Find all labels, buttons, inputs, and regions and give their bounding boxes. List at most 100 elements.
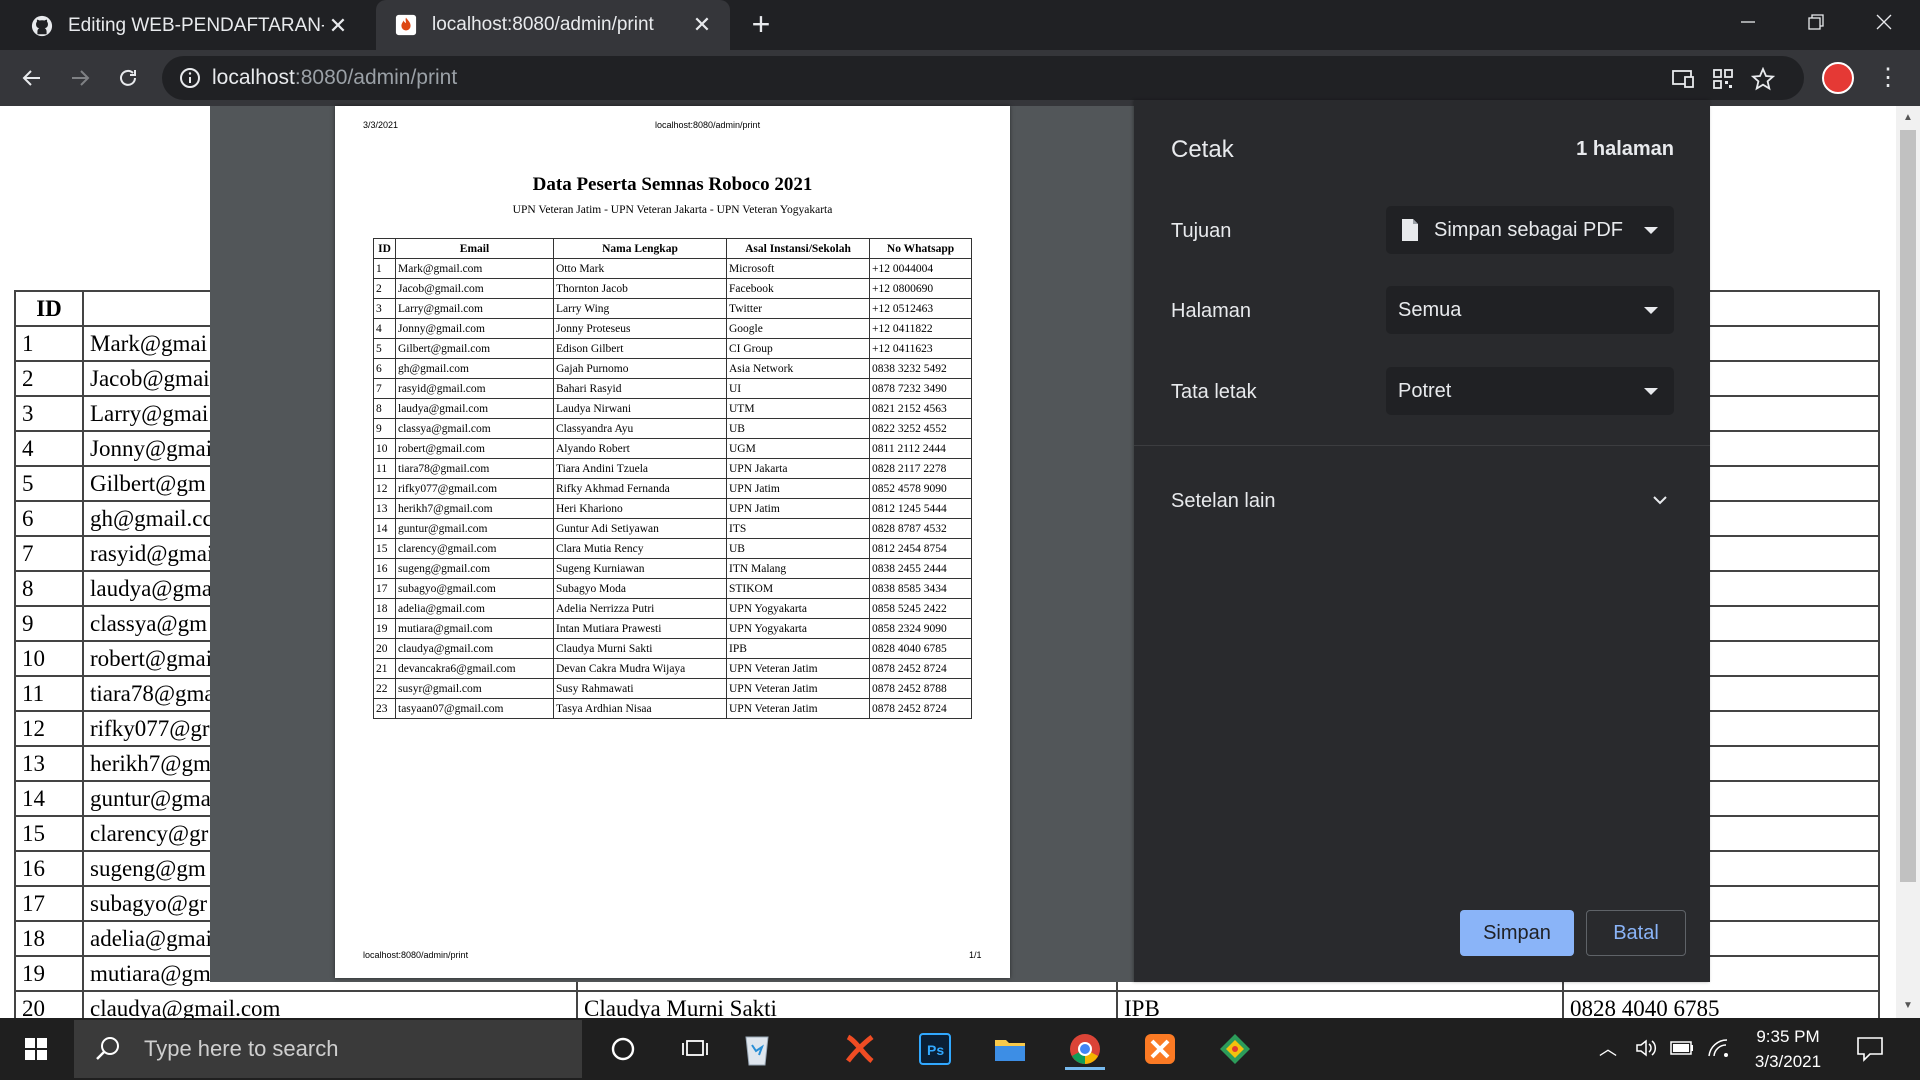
git-client-icon[interactable] <box>1213 1028 1257 1070</box>
notification-icon[interactable] <box>1856 1036 1884 1062</box>
xampp-x-icon[interactable] <box>838 1028 882 1070</box>
address-bar[interactable]: localhost:8080/admin/print <box>162 56 1804 100</box>
cell-whatsapp: 0838 2455 2444 <box>869 558 972 579</box>
preview-table-row: 7 rasyid@gmail.com Bahari Rasyid UI 0878 723… <box>373 378 972 399</box>
cell-whatsapp: 0828 2117 2278 <box>869 458 972 479</box>
cell-id: 2 <box>14 360 84 397</box>
cell-institution: ITS <box>726 518 870 539</box>
tab-title: Editing WEB-PENDAFTARAN-COD <box>68 15 324 36</box>
cell-whatsapp: +12 0512463 <box>869 298 972 319</box>
tab-admin-print[interactable]: localhost:8080/admin/print ✕ <box>376 0 730 50</box>
profile-avatar[interactable] <box>1822 62 1854 94</box>
cell-email: tiara78@gmail.com <box>395 458 554 479</box>
column-header: ID <box>373 238 396 259</box>
column-header: Email <box>395 238 554 259</box>
cell-id: 22 <box>373 678 396 699</box>
cell-whatsapp: +12 0411822 <box>869 318 972 339</box>
minimize-button[interactable] <box>1714 0 1782 44</box>
task-view-icon[interactable] <box>673 1028 717 1070</box>
destination-value: Simpan sebagai PDF <box>1434 218 1623 241</box>
preview-table-row: 8 laudya@gmail.com Laudya Nirwani UTM 0821 2… <box>373 398 972 419</box>
column-header: No Whatsapp <box>869 238 972 259</box>
restore-button[interactable] <box>1782 0 1850 44</box>
column-header: ID <box>14 290 84 327</box>
save-button[interactable]: Simpan <box>1460 910 1574 956</box>
cell-name: Laudya Nirwani <box>553 398 727 419</box>
close-icon[interactable]: ✕ <box>324 12 352 40</box>
cell-email: devancakra6@gmail.com <box>395 658 554 679</box>
cell-name: Gajah Purnomo <box>553 358 727 379</box>
preview-table-row: 3 Larry@gmail.com Larry Wing Twitter +12 051… <box>373 298 972 319</box>
new-tab-button[interactable]: + <box>744 8 778 42</box>
cell-email: adelia@gmail.com <box>395 598 554 619</box>
battery-icon[interactable] <box>1670 1036 1694 1060</box>
cell-email: guntur@gmail.com <box>395 518 554 539</box>
reload-button[interactable] <box>110 60 146 96</box>
recycle-bin-icon[interactable] <box>735 1028 779 1070</box>
taskbar-search[interactable]: Type here to search <box>74 1020 582 1078</box>
pages-select[interactable]: Semua <box>1386 286 1674 334</box>
chevron-up-icon[interactable]: ︿ <box>1596 1036 1620 1060</box>
cell-name: Alyando Robert <box>553 438 727 459</box>
cell-id: 5 <box>14 465 84 502</box>
xampp-control-icon[interactable] <box>1138 1028 1182 1070</box>
cortana-icon[interactable] <box>601 1028 645 1070</box>
page-scrollbar[interactable]: ▲ ▼ <box>1896 106 1920 1018</box>
layout-select[interactable]: Potret <box>1386 367 1674 415</box>
system-clock[interactable]: 9:35 PM 3/3/2021 <box>1736 1024 1840 1074</box>
forward-button[interactable] <box>62 60 98 96</box>
preview-table-row: 11 tiara78@gmail.com Tiara Andini Tzuela UP… <box>373 458 972 479</box>
cell-institution: Microsoft <box>726 258 870 279</box>
tab-github-editor[interactable]: Editing WEB-PENDAFTARAN-COD ✕ <box>12 2 366 50</box>
cell-id: 16 <box>373 558 396 579</box>
star-bookmark-icon[interactable] <box>1750 66 1776 92</box>
cell-name: Bahari Rasyid <box>553 378 727 399</box>
cell-institution: UTM <box>726 398 870 419</box>
close-icon[interactable]: ✕ <box>688 11 716 39</box>
cell-email: sugeng@gmail.com <box>395 558 554 579</box>
cell-whatsapp: 0811 2112 2444 <box>869 438 972 459</box>
cell-id: 4 <box>14 430 84 467</box>
info-icon[interactable] <box>178 66 202 90</box>
scrollbar-thumb[interactable] <box>1900 130 1916 882</box>
page-count: 1 halaman <box>1576 138 1674 160</box>
document-subtitle: UPN Veteran Jatim - UPN Veteran Jakarta … <box>512 204 833 216</box>
document-title: Data Peserta Semnas Roboco 2021 <box>532 174 813 195</box>
cell-id: 4 <box>373 318 396 339</box>
cell-whatsapp: 0822 3252 4552 <box>869 418 972 439</box>
cancel-button[interactable]: Batal <box>1586 910 1686 956</box>
cell-id: 3 <box>14 395 84 432</box>
cell-whatsapp: 0828 4040 6785 <box>869 638 972 659</box>
chrome-icon[interactable] <box>1063 1028 1107 1070</box>
preview-table-row: 1 Mark@gmail.com Otto Mark Microsoft +12 004… <box>373 258 972 279</box>
cell-email: rifky077@gmail.com <box>395 478 554 499</box>
wifi-icon[interactable] <box>1706 1036 1730 1060</box>
back-button[interactable] <box>14 60 50 96</box>
windows-start-icon[interactable] <box>14 1032 58 1066</box>
reload-icon <box>120 69 136 86</box>
more-settings-toggle[interactable]: Setelan lain <box>1171 490 1276 513</box>
volume-icon[interactable] <box>1634 1036 1658 1060</box>
cell-institution: ITN Malang <box>726 558 870 579</box>
cell-institution: UPN Veteran Jatim <box>726 658 870 679</box>
github-icon <box>30 14 54 38</box>
cell-institution: STIKOM <box>726 578 870 599</box>
close-window-button[interactable] <box>1850 0 1918 44</box>
photoshop-icon[interactable]: Ps <box>913 1028 957 1070</box>
file-explorer-icon[interactable] <box>988 1028 1032 1070</box>
preview-table-row: 4 Jonny@gmail.com Jonny Proteseus Google +12… <box>373 318 972 339</box>
chevron-down-icon[interactable] <box>1650 490 1670 510</box>
qr-code-icon[interactable] <box>1710 66 1736 92</box>
layout-value: Potret <box>1398 379 1452 402</box>
cell-name: Guntur Adi Setiyawan <box>553 518 727 539</box>
scroll-up-icon[interactable]: ▲ <box>1902 112 1914 124</box>
print-preview-area: 3/3/2021 localhost:8080/admin/print Data… <box>210 106 1134 982</box>
more-menu-icon[interactable]: ⋮ <box>1876 62 1900 94</box>
preview-table: ID Email Nama Lengkap Asal Instansi/Seko… <box>373 238 972 719</box>
cell-name: Intan Mutiara Prawesti <box>553 618 727 639</box>
destination-select[interactable]: Simpan sebagai PDF <box>1386 206 1674 254</box>
cell-email: susyr@gmail.com <box>395 678 554 699</box>
scroll-down-icon[interactable]: ▼ <box>1902 1000 1914 1012</box>
cell-id: 20 <box>373 638 396 659</box>
cast-icon[interactable] <box>1670 66 1696 92</box>
